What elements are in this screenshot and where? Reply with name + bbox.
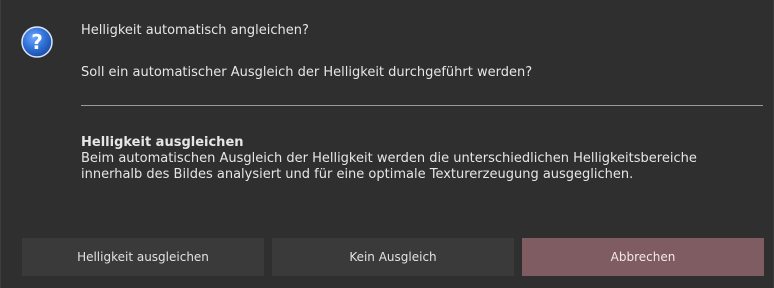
details-text-line-2: innerhalb des Bildes analysiert und für … xyxy=(81,167,634,182)
divider xyxy=(81,105,763,106)
equalize-brightness-button[interactable]: Helligkeit ausgleichen xyxy=(22,238,264,276)
details-section: Helligkeit ausgleichen Beim automatische… xyxy=(81,135,761,183)
question-icon: ? xyxy=(21,26,53,58)
cancel-button[interactable]: Abbrechen xyxy=(522,238,764,276)
details-heading: Helligkeit ausgleichen xyxy=(81,135,244,150)
no-equalize-button[interactable]: Kein Ausgleich xyxy=(272,238,514,276)
brightness-dialog: ? Helligkeit automatisch angleichen? Sol… xyxy=(0,0,774,288)
dialog-title: Helligkeit automatisch angleichen? xyxy=(81,23,309,38)
dialog-message: Soll ein automatischer Ausgleich der Hel… xyxy=(81,65,533,80)
svg-text:?: ? xyxy=(31,30,43,54)
details-text-line-1: Beim automatischen Ausgleich der Helligk… xyxy=(81,151,697,166)
